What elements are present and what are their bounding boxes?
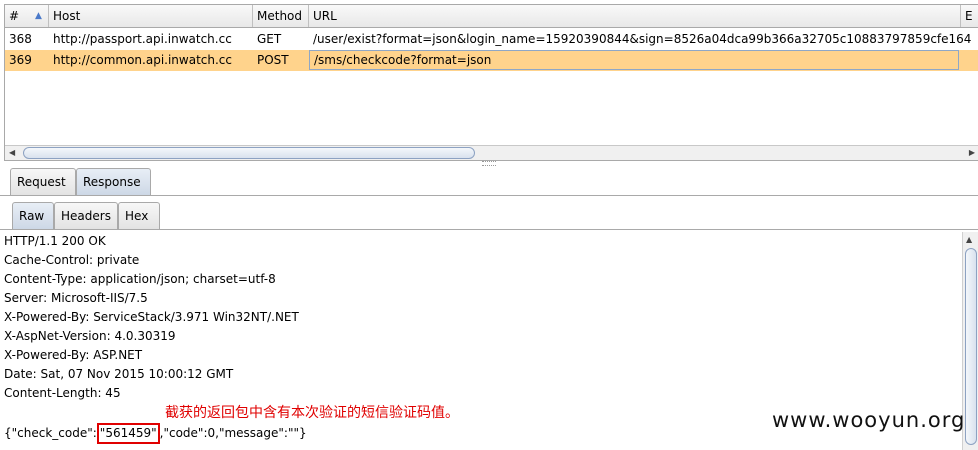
row-number: 368 [9,32,32,46]
response-line: Date: Sat, 07 Nov 2015 10:00:12 GMT [4,367,234,381]
pane-splitter-handle[interactable] [482,161,496,166]
scroll-left-icon[interactable]: ◀ [9,146,15,160]
response-line: HTTP/1.1 200 OK [4,234,106,248]
row-number: 369 [9,53,32,67]
col-header-extension[interactable]: E [961,5,978,27]
col-header-url[interactable]: URL [309,5,961,27]
table-row[interactable]: 368 http://passport.api.inwatch.cc GET /… [5,29,978,50]
table-header: # ▲ Host Method URL E [5,5,978,28]
row-host: http://common.api.inwatch.cc [53,53,232,67]
response-line: X-AspNet-Version: 4.0.30319 [4,329,176,343]
tab-raw[interactable]: Raw [12,202,54,229]
json-suffix: ,"code":0,"message":""} [159,426,307,440]
response-line: Content-Type: application/json; charset=… [4,272,276,286]
tab-request[interactable]: Request [10,168,76,195]
row-host: http://passport.api.inwatch.cc [53,32,232,46]
sort-ascending-icon: ▲ [35,11,42,21]
col-header-method[interactable]: Method [253,5,309,27]
response-line: X-Powered-By: ASP.NET [4,348,143,362]
horizontal-scroll-thumb[interactable] [23,147,475,159]
history-table: # ▲ Host Method URL E 368 http://passport… [4,4,978,161]
scroll-right-icon[interactable]: ▶ [969,146,975,160]
response-json-line: {"check_code": "561459" ,"code":0,"message… [4,423,307,444]
tab-divider [0,195,978,196]
row-method: POST [257,53,289,67]
horizontal-scrollbar[interactable]: ◀ ▶ [5,145,978,160]
tab-hex[interactable]: Hex [118,202,160,229]
watermark: www.wooyun.org [772,408,966,432]
check-code-highlight: "561459" [96,423,160,444]
response-line: Content-Length: 45 [4,386,121,400]
row-method: GET [257,32,282,46]
row-url: /sms/checkcode?format=json [309,50,959,70]
scroll-up-icon[interactable]: ▲ [966,233,972,247]
annotation-text: 截获的返回包中含有本次验证的短信验证码值。 [165,405,459,421]
tab-headers[interactable]: Headers [54,202,118,229]
table-row-selected[interactable]: 369 http://common.api.inwatch.cc POST /s… [5,50,978,71]
json-prefix: {"check_code": [4,426,97,440]
col-header-host[interactable]: Host [49,5,253,27]
vertical-scroll-thumb[interactable] [965,248,977,445]
tab-response[interactable]: Response [76,168,151,195]
response-line: X-Powered-By: ServiceStack/3.971 Win32NT… [4,310,299,324]
col-header-number[interactable]: # ▲ [5,5,49,27]
response-line: Cache-Control: private [4,253,140,267]
row-url: /user/exist?format=json&login_name=15920… [313,32,972,46]
response-line: Server: Microsoft-IIS/7.5 [4,291,148,305]
